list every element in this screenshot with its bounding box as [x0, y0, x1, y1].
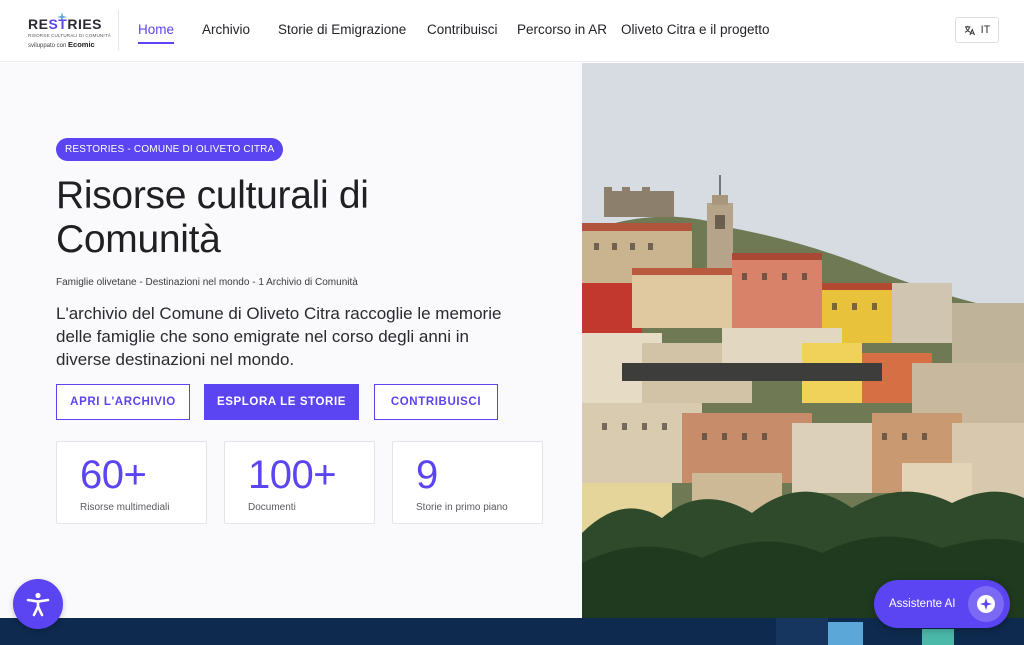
hero-description: L'archivio del Comune di Oliveto Citra r… — [56, 304, 502, 369]
nav-home[interactable]: Home — [138, 22, 175, 44]
sparkle-icon — [977, 595, 995, 613]
developer-credit: sviluppato con Ecomic — [28, 40, 95, 49]
header-divider — [118, 10, 119, 50]
nav-storie-emigrazione[interactable]: Storie di Emigrazione — [278, 22, 406, 37]
nav-percorso-ar[interactable]: Percorso in AR — [517, 22, 607, 37]
hero-subtitle: Famiglie olivetane - Destinazioni nel mo… — [56, 277, 358, 288]
logo-wordmark: RESTRIES — [28, 16, 103, 32]
assistant-icon-wrap — [968, 586, 1004, 622]
explore-stories-button[interactable]: ESPLORA LE STORIE — [204, 384, 359, 420]
footer-strip — [0, 618, 1024, 645]
language-switcher[interactable]: IT — [955, 17, 999, 43]
restories-logo[interactable]: RESTRIES RISORSE CULTURALI DI COMUNITÀ s… — [28, 12, 111, 50]
assistant-label: Assistente AI — [889, 598, 956, 610]
stat-card: 60+ Risorse multimediali — [56, 441, 207, 524]
hero-badge: RESTORIES - COMUNE DI OLIVETO CITRA — [56, 138, 284, 161]
stat-label: Risorse multimediali — [80, 502, 170, 513]
stat-label: Storie in primo piano — [416, 502, 508, 513]
translate-icon — [964, 25, 975, 35]
open-archive-button[interactable]: APRI L'ARCHIVIO — [56, 384, 190, 420]
accessibility-button[interactable] — [13, 579, 63, 629]
site-header: RESTRIES RISORSE CULTURALI DI COMUNITÀ s… — [0, 0, 1024, 62]
active-indicator — [138, 42, 175, 44]
town-illustration — [582, 63, 1024, 618]
accessibility-icon — [26, 592, 50, 617]
footer-decoration — [828, 622, 863, 645]
footer-decoration — [922, 629, 954, 645]
stat-value: 9 — [416, 453, 438, 497]
ai-assistant-button[interactable]: Assistente AI — [874, 580, 1010, 628]
stat-card: 100+ Documenti — [224, 441, 375, 524]
nav-oliveto-progetto[interactable]: Oliveto Citra e il progetto — [621, 22, 770, 37]
stat-value: 60+ — [80, 453, 147, 497]
footer-decoration — [776, 618, 828, 645]
nav-archivio[interactable]: Archivio — [202, 22, 250, 37]
page-title: Risorse culturali di Comunità — [56, 174, 516, 262]
title-line-1: Risorse culturali di — [56, 174, 369, 217]
nav-contribuisci[interactable]: Contribuisci — [427, 22, 498, 37]
contribute-button[interactable]: CONTRIBUISCI — [374, 384, 498, 420]
logo-tagline: RISORSE CULTURALI DI COMUNITÀ — [28, 33, 111, 38]
stat-label: Documenti — [248, 502, 296, 513]
stat-card: 9 Storie in primo piano — [392, 441, 543, 524]
hero-town-image — [582, 63, 1024, 618]
stat-value: 100+ — [248, 453, 337, 497]
title-line-2: Comunità — [56, 218, 221, 261]
language-code: IT — [980, 24, 991, 36]
